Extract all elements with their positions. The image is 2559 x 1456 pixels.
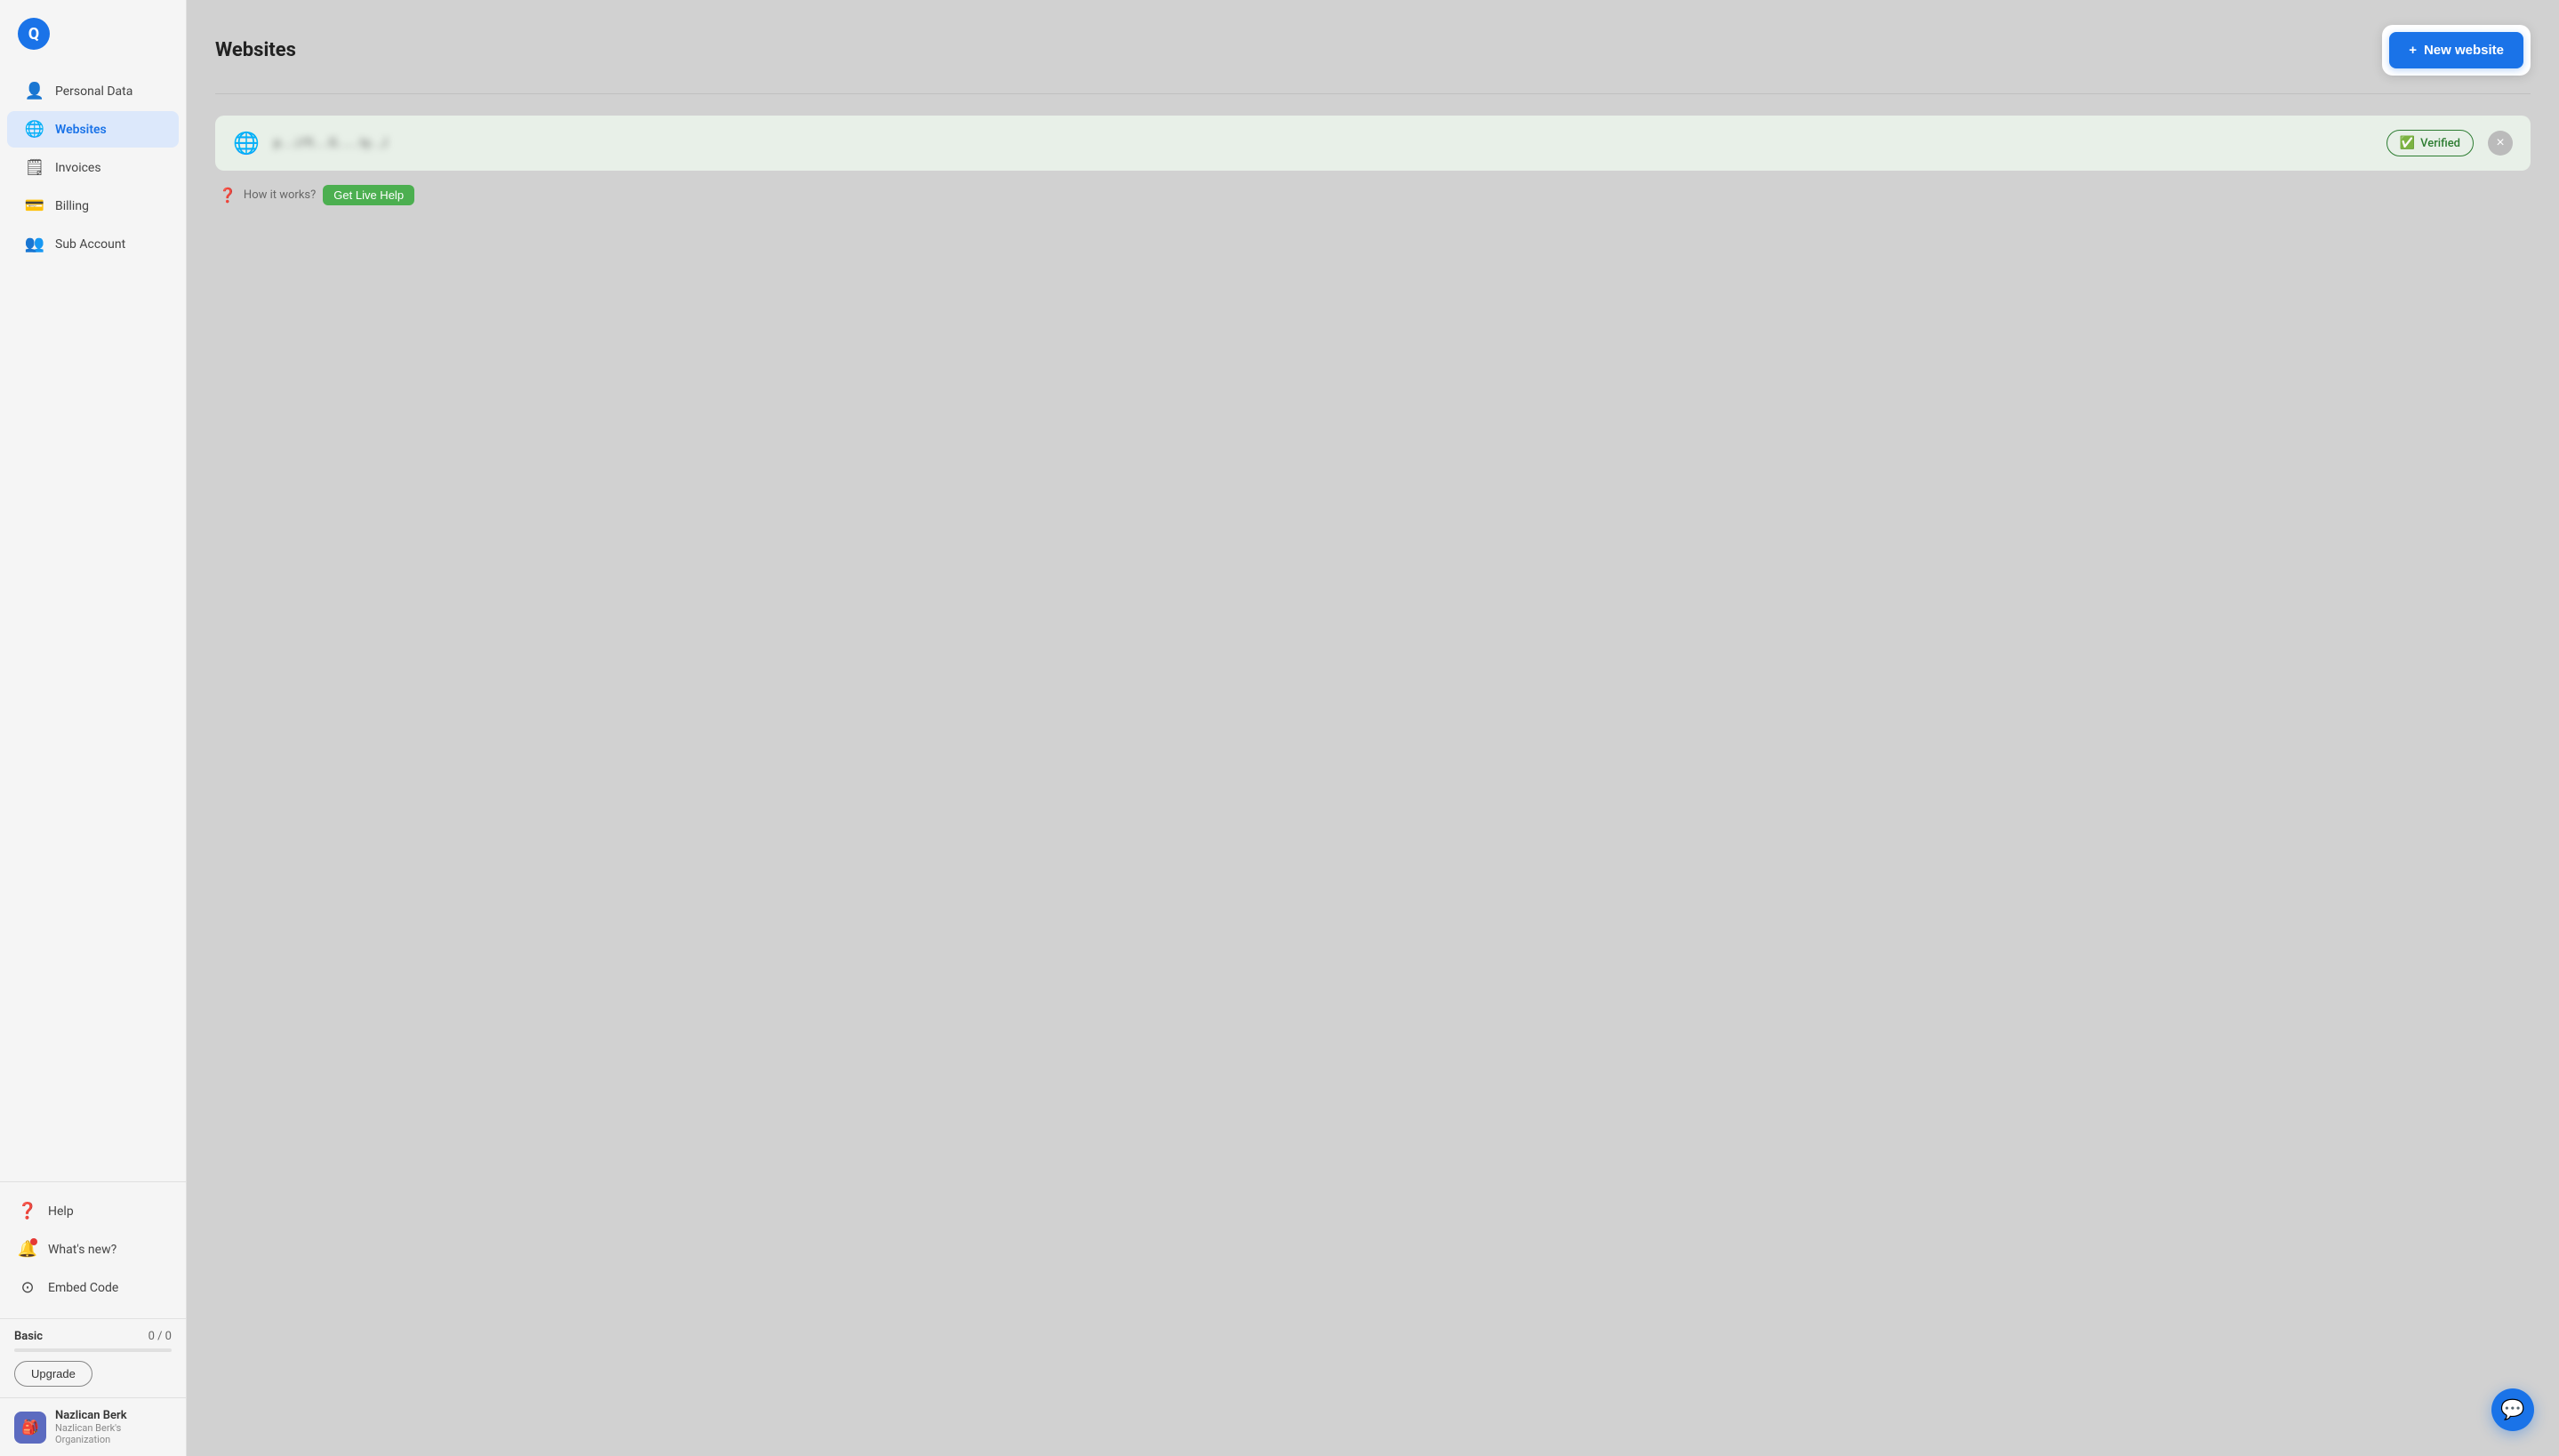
logo-icon: Q: [18, 18, 50, 50]
chat-icon: 💬: [2500, 1399, 2524, 1421]
help-icon: ❓: [18, 1202, 37, 1220]
sidebar-item-label: Personal Data: [55, 84, 132, 99]
how-it-works: ❓ How it works? Get Live Help: [215, 185, 2531, 205]
sidebar-bottom: ❓ Help 🔔 What's new? ⊙ Embed Code: [0, 1181, 186, 1318]
sidebar-nav: 👤 Personal Data 🌐 Websites 🗒 Invoices 💳 …: [0, 64, 186, 1181]
main-content-area: Websites + New website 🌐 p...://fi....G.…: [187, 0, 2559, 1456]
main-header: Websites + New website: [187, 0, 2559, 93]
sidebar-item-personal-data[interactable]: 👤 Personal Data: [7, 73, 179, 109]
sidebar-item-label: Billing: [55, 199, 89, 213]
sidebar-item-help[interactable]: ❓ Help: [7, 1193, 179, 1229]
website-url: p...://fi....G......ty...,l: [274, 136, 2372, 150]
how-it-works-text: How it works?: [244, 188, 316, 202]
sidebar-item-label: What's new?: [48, 1243, 116, 1257]
personal-data-icon: 👤: [25, 82, 44, 100]
plan-section: Basic 0 / 0 Upgrade: [0, 1318, 186, 1397]
sidebar: Q 👤 Personal Data 🌐 Websites 🗒 Invoices …: [0, 0, 187, 1456]
user-org: Nazlican Berk's Organization: [55, 1422, 172, 1445]
remove-website-button[interactable]: ×: [2488, 131, 2513, 156]
sidebar-item-label: Websites: [55, 123, 107, 137]
website-row: 🌐 p...://fi....G......ty...,l ✅ Verified…: [215, 116, 2531, 171]
user-info: Nazlican Berk Nazlican Berk's Organizati…: [55, 1409, 172, 1445]
sidebar-item-label: Embed Code: [48, 1281, 118, 1295]
get-live-help-button[interactable]: Get Live Help: [323, 185, 414, 205]
globe-icon: 🌐: [233, 131, 260, 156]
new-website-button-wrapper: + New website: [2382, 25, 2531, 76]
verified-badge: ✅ Verified: [2387, 130, 2474, 156]
embed-icon: ⊙: [18, 1278, 37, 1297]
plan-progress-bar: [14, 1348, 172, 1352]
upgrade-button[interactable]: Upgrade: [14, 1361, 92, 1387]
sidebar-item-label: Invoices: [55, 161, 101, 175]
sidebar-item-sub-account[interactable]: 👥 Sub Account: [7, 226, 179, 262]
new-website-button[interactable]: + New website: [2389, 32, 2523, 68]
avatar: 🎒: [14, 1412, 46, 1444]
invoices-icon: 🗒: [25, 158, 44, 177]
plus-icon: +: [2409, 43, 2417, 58]
chat-bubble[interactable]: 💬: [2491, 1388, 2534, 1431]
billing-icon: 💳: [25, 196, 44, 215]
sidebar-item-billing[interactable]: 💳 Billing: [7, 188, 179, 224]
sidebar-item-label: Sub Account: [55, 237, 125, 252]
plan-count: 0 / 0: [148, 1330, 172, 1343]
sidebar-item-embed-code[interactable]: ⊙ Embed Code: [7, 1269, 179, 1306]
verified-label: Verified: [2420, 137, 2460, 150]
websites-icon: 🌐: [25, 120, 44, 139]
new-website-label: New website: [2424, 43, 2504, 58]
notification-dot: [30, 1238, 37, 1245]
sub-account-icon: 👥: [25, 235, 44, 253]
websites-list: 🌐 p...://fi....G......ty...,l ✅ Verified…: [187, 116, 2559, 234]
sidebar-item-label: Help: [48, 1204, 74, 1219]
question-icon: ❓: [219, 187, 237, 204]
sidebar-logo[interactable]: Q: [0, 0, 186, 64]
page-title: Websites: [215, 39, 296, 61]
close-icon: ×: [2496, 136, 2504, 150]
sidebar-item-websites[interactable]: 🌐 Websites: [7, 111, 179, 148]
user-section[interactable]: 🎒 Nazlican Berk Nazlican Berk's Organiza…: [0, 1397, 186, 1456]
plan-name: Basic: [14, 1330, 43, 1343]
sidebar-item-whats-new[interactable]: 🔔 What's new?: [7, 1231, 179, 1268]
header-divider: [215, 93, 2531, 94]
avatar-icon: 🎒: [21, 1419, 39, 1436]
check-icon: ✅: [2400, 136, 2415, 150]
sidebar-item-invoices[interactable]: 🗒 Invoices: [7, 149, 179, 186]
user-name: Nazlican Berk: [55, 1409, 172, 1422]
